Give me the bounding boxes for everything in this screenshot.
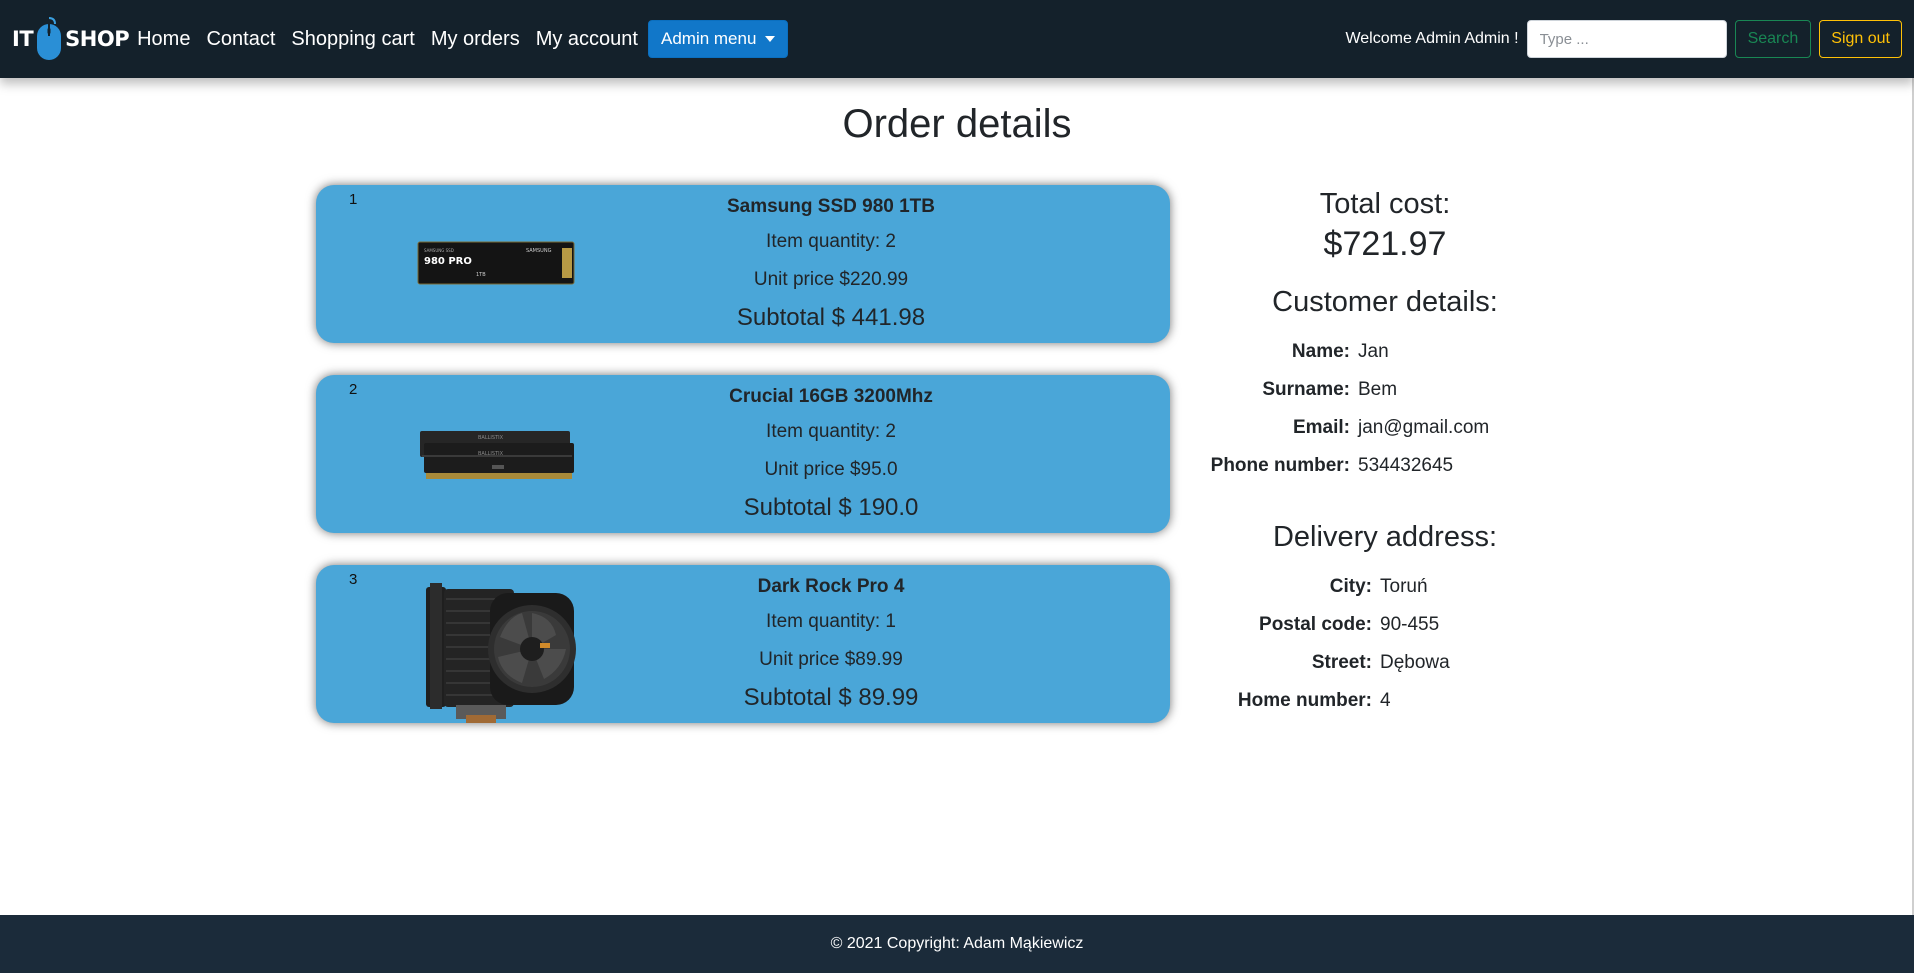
address-city-value: Toruń [1380,576,1428,597]
mouse-icon [37,17,62,60]
search-button[interactable]: Search [1734,20,1812,58]
order-item: 1 SAMSUNG SSD 980 PRO SAMSUNG 1TB Samsun… [316,185,1170,343]
svg-text:BALLISTIX: BALLISTIX [478,451,504,457]
nav-shopping-cart[interactable]: Shopping cart [291,28,414,51]
order-items: 1 SAMSUNG SSD 980 PRO SAMSUNG 1TB Samsun… [316,185,1170,755]
item-subtotal: Subtotal $ 89.99 [743,684,919,711]
ssd-image: SAMSUNG SSD 980 PRO SAMSUNG 1TB [417,241,575,285]
customer-email-value: jan@gmail.com [1358,417,1490,438]
footer: © 2021 Copyright: Adam Mąkiewicz [0,915,1914,973]
svg-text:1TB: 1TB [476,272,486,278]
cooler-image [426,583,576,723]
search-input[interactable] [1526,20,1727,58]
navbar: IT SHOP Home Contact Shopping cart My or… [0,0,1914,78]
admin-menu-button[interactable]: Admin menu [647,20,789,58]
total-cost-label: Total cost: [1319,188,1451,220]
nav-contact[interactable]: Contact [206,28,275,51]
delivery-address: City: Toruń Postal code: 90-455 Street: … [1180,568,1590,720]
address-home-number-label: Home number: [1237,690,1372,711]
address-street-row: Street: Dębowa [1180,644,1590,682]
welcome-text: Welcome Admin Admin ! [1345,30,1519,47]
customer-name-value: Jan [1358,341,1389,362]
item-unit-price: Unit price $89.99 [759,649,903,670]
item-subtotal: Subtotal $ 190.0 [743,494,919,521]
address-home-number-row: Home number: 4 [1180,682,1590,720]
address-street-label: Street: [1311,652,1372,673]
customer-details-title: Customer details: [1272,286,1498,318]
item-quantity: Item quantity: 2 [766,421,896,442]
customer-surname-value: Bem [1358,379,1398,400]
nav-my-orders[interactable]: My orders [431,28,520,51]
item-subtotal: Subtotal $ 441.98 [736,304,926,331]
customer-details: Name: Jan Surname: Bem Email: jan@gmail.… [1180,333,1590,485]
ssd-label-text: 980 PRO [424,256,472,267]
page-title: Order details [842,102,1072,146]
address-home-number-value: 4 [1380,690,1391,711]
nav-right: Welcome Admin Admin ! Search Sign out [1345,20,1902,58]
address-street-value: Dębowa [1380,652,1450,673]
item-quantity: Item quantity: 2 [766,231,896,252]
customer-phone-row: Phone number: 534432645 [1180,447,1590,485]
item-name: Crucial 16GB 3200Mhz [729,386,933,407]
customer-email-label: Email: [1292,417,1350,438]
nav-home[interactable]: Home [137,28,190,51]
svg-text:SAMSUNG: SAMSUNG [526,248,552,254]
address-city-label: City: [1329,576,1372,597]
item-index: 3 [349,571,358,588]
svg-text:SAMSUNG SSD: SAMSUNG SSD [424,248,454,253]
item-unit-price: Unit price $95.0 [764,459,898,480]
customer-email-row: Email: jan@gmail.com [1180,409,1590,447]
item-index: 2 [349,381,358,398]
item-index: 1 [349,191,358,208]
customer-name-row: Name: Jan [1180,333,1590,371]
item-name: Dark Rock Pro 4 [757,576,905,597]
sign-out-button[interactable]: Sign out [1819,20,1902,58]
admin-menu-label: Admin menu [660,29,757,48]
address-postal-label: Postal code: [1259,614,1372,635]
item-name: Samsung SSD 980 1TB [726,196,936,217]
total-cost-value: $721.97 [1323,225,1447,263]
order-item: 3 Dark Rock Pro 4 Item quantity: 1 Unit … [316,565,1170,723]
item-info: Samsung SSD 980 1TB Item quantity: 2 Uni… [636,191,1026,337]
footer-copyright: © 2021 Copyright: Adam Mąkiewicz [830,935,1084,952]
svg-text:BALLISTIX: BALLISTIX [478,435,504,441]
item-info: Crucial 16GB 3200Mhz Item quantity: 2 Un… [636,381,1026,527]
caret-down-icon [765,36,776,42]
address-city-row: City: Toruń [1180,568,1590,606]
customer-surname-label: Surname: [1262,379,1350,400]
item-unit-price: Unit price $220.99 [753,269,909,290]
order-summary: Total cost: $721.97 Customer details: Na… [1180,180,1590,720]
item-info: Dark Rock Pro 4 Item quantity: 1 Unit pr… [636,571,1026,717]
ram-image: BALLISTIX BALLISTIX [420,431,574,479]
delivery-address-title: Delivery address: [1272,521,1498,553]
customer-name-label: Name: [1291,341,1350,362]
customer-phone-value: 534432645 [1358,455,1454,476]
item-quantity: Item quantity: 1 [766,611,896,632]
customer-surname-row: Surname: Bem [1180,371,1590,409]
logo-text-shop: SHOP [65,27,130,51]
nav-my-account[interactable]: My account [536,28,638,51]
address-postal-row: Postal code: 90-455 [1180,606,1590,644]
order-item: 2 BALLISTIX BALLISTIX Crucial 16GB 3200M… [316,375,1170,533]
customer-phone-label: Phone number: [1210,455,1350,476]
logo-text-it: IT [12,27,34,51]
logo[interactable]: IT SHOP [12,13,130,65]
address-postal-value: 90-455 [1380,614,1440,635]
